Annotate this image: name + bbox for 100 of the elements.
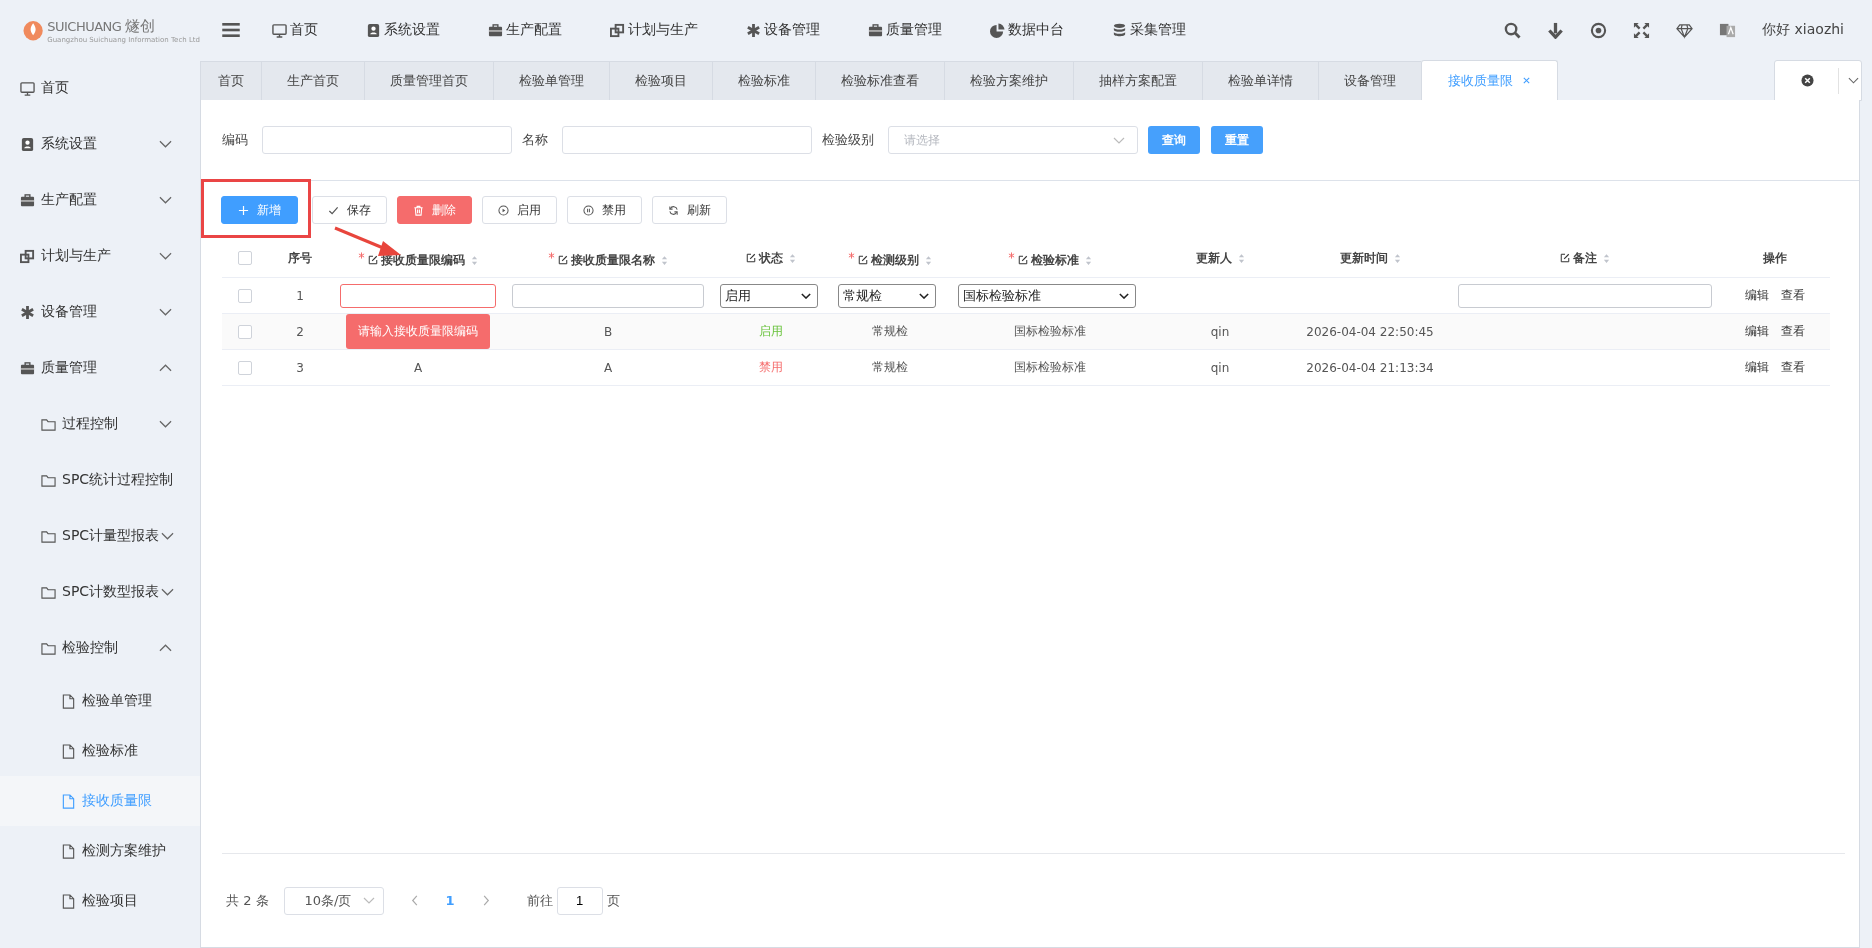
sidebar-item[interactable]: SPC统计过程控制 (0, 452, 200, 508)
chevron-down-icon (1119, 292, 1129, 299)
checkbox[interactable] (238, 324, 252, 339)
target-icon[interactable] (1590, 21, 1608, 39)
column-header: 检验标准 (1031, 251, 1079, 269)
chevron-down-icon[interactable] (1848, 77, 1859, 84)
table-cell: 国标检验标准 (1014, 360, 1086, 374)
sidebar-item[interactable]: 设备管理 (0, 284, 200, 340)
contact-icon (20, 136, 35, 152)
checkbox[interactable] (238, 251, 252, 266)
nav-item[interactable]: 数据中台 (990, 21, 1064, 39)
folder-icon (41, 416, 56, 432)
fullscreen-icon[interactable] (1633, 21, 1651, 39)
toolbar-button[interactable]: 启用 (482, 196, 557, 224)
select-field[interactable]: 国标检验标准 (958, 283, 1136, 308)
diamond-icon[interactable] (1676, 21, 1694, 39)
page-size-select[interactable]: 10条/页 (283, 886, 384, 915)
checkbox[interactable] (238, 360, 252, 375)
row-action-link[interactable]: 查看 (1781, 323, 1805, 340)
row-action-link[interactable]: 编辑 (1745, 323, 1769, 340)
sort-icon[interactable] (1237, 252, 1245, 264)
tab[interactable]: 生产首页 (261, 61, 364, 100)
tab[interactable]: 质量管理首页 (364, 61, 493, 100)
next-page-icon[interactable] (481, 895, 490, 906)
column-header: 更新时间 (1339, 249, 1388, 267)
filter-label: 检验级别 (822, 131, 874, 149)
goto-page-field[interactable]: 1 (556, 886, 603, 915)
row-action-link[interactable]: 编辑 (1745, 287, 1769, 304)
sidebar-item[interactable]: SPC计数型报表 (0, 564, 200, 620)
tab[interactable]: 设备管理 (1318, 61, 1421, 100)
sort-icon[interactable] (925, 254, 932, 266)
row-action-link[interactable]: 查看 (1781, 359, 1805, 376)
previous-page-icon[interactable] (410, 895, 419, 906)
input-field[interactable] (512, 283, 704, 308)
user-greeting[interactable]: 你好 xiaozhi (1762, 21, 1844, 39)
column-header: 接收质量限编码 (381, 251, 465, 269)
sort-icon[interactable] (1085, 254, 1092, 266)
tab[interactable]: 检验方案维护 (944, 61, 1073, 100)
tab[interactable]: 检验单管理 (493, 61, 609, 100)
nav-item[interactable]: 生产配置 (488, 21, 562, 39)
nav-item[interactable]: 计划与生产 (610, 21, 698, 39)
sidebar-item[interactable]: 质量管理 (0, 340, 200, 396)
sort-icon[interactable] (789, 252, 796, 264)
sort-icon[interactable] (1393, 252, 1401, 264)
input-field[interactable] (340, 283, 496, 308)
checkbox[interactable] (238, 288, 252, 303)
sidebar-item[interactable]: 检测方案维护 (0, 826, 200, 876)
toolbar-button[interactable]: 刷新 (652, 196, 727, 224)
sort-icon[interactable] (471, 254, 478, 266)
tab[interactable]: 抽样方案配置 (1073, 61, 1202, 100)
nav-item[interactable]: 质量管理 (868, 21, 942, 39)
close-icon[interactable] (1522, 76, 1531, 85)
sidebar-item[interactable]: 系统设置 (0, 116, 200, 172)
tab[interactable]: 检验标准 (712, 61, 815, 100)
select-field[interactable]: 启用 (720, 283, 818, 308)
file-icon (61, 793, 76, 809)
menu-icon[interactable] (222, 23, 240, 37)
toolbar-button[interactable]: 保存 (312, 196, 387, 224)
total-count: 共 2 条 (226, 891, 269, 910)
sidebar-item[interactable]: 检验标准 (0, 726, 200, 776)
sort-icon[interactable] (661, 254, 668, 266)
check-icon (328, 204, 339, 216)
windows-icon (610, 22, 625, 38)
tab[interactable]: 检验项目 (609, 61, 712, 100)
tab[interactable]: 检验标准查看 (815, 61, 944, 100)
play-circle-icon (498, 204, 509, 216)
tab[interactable]: 首页 (200, 61, 261, 100)
sidebar-item[interactable]: 检验项目 (0, 876, 200, 926)
nav-item[interactable]: 系统设置 (366, 21, 440, 39)
nav-item[interactable]: 首页 (272, 21, 318, 39)
sidebar-item[interactable]: 生产配置 (0, 172, 200, 228)
table-cell: A (413, 360, 423, 375)
table-cell: 常规检 (872, 324, 908, 338)
download-icon[interactable] (1547, 21, 1565, 39)
nav-item[interactable]: 设备管理 (746, 21, 820, 39)
sort-icon[interactable] (1603, 252, 1610, 264)
toolbar-button[interactable]: 禁用 (567, 196, 642, 224)
table-cell: 2026-04-04 21:13:34 (1306, 360, 1434, 375)
row-action-link[interactable]: 编辑 (1745, 359, 1769, 376)
trash-icon (413, 204, 424, 216)
row-number: 2 (296, 324, 304, 339)
tab[interactable]: 检验单详情 (1202, 61, 1318, 100)
row-action-link[interactable]: 查看 (1781, 287, 1805, 304)
sidebar-item[interactable]: SPC计量型报表 (0, 508, 200, 564)
pause-circle-icon (583, 204, 594, 216)
search-icon[interactable] (1504, 21, 1522, 39)
close-circle-icon[interactable] (1801, 74, 1814, 87)
table-cell: 国标检验标准 (1014, 324, 1086, 338)
select-field[interactable]: 常规检 (838, 283, 936, 308)
translate-icon[interactable] (1719, 21, 1737, 39)
nav-item[interactable]: 采集管理 (1112, 21, 1186, 39)
sidebar-item[interactable]: 过程控制 (0, 396, 200, 452)
sidebar-item[interactable]: 计划与生产 (0, 228, 200, 284)
sidebar-item[interactable]: 检验单管理 (0, 676, 200, 726)
asterisk-icon (20, 304, 35, 320)
input-field[interactable] (1458, 283, 1712, 308)
asterisk-icon (746, 22, 761, 38)
sidebar-item[interactable]: 首页 (0, 60, 200, 116)
sidebar-item[interactable]: 检验控制 (0, 620, 200, 676)
logo-brand-cn: 燧创 (125, 16, 156, 36)
